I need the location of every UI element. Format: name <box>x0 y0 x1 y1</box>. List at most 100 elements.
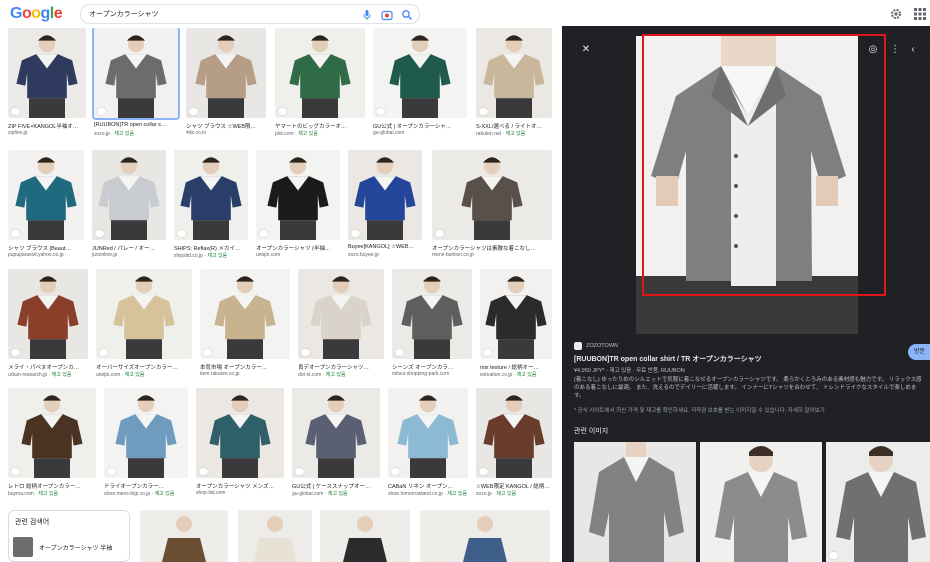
image-result-tile[interactable]: SHIPS: Reflax(R) メカイ… shipsltd.co.jp · 재고… <box>174 150 248 268</box>
result-thumbnail[interactable] <box>200 269 290 359</box>
result-thumbnail[interactable] <box>275 28 365 118</box>
search-icon[interactable] <box>401 9 413 21</box>
image-result-tile[interactable]: GU公式 | オープンカラーシャ… gu-global.com <box>373 28 467 146</box>
related-search-chip[interactable]: オープンカラーシャツ 半袖 <box>13 537 127 557</box>
result-thumbnail[interactable] <box>348 150 422 240</box>
result-thumbnail[interactable] <box>96 269 192 359</box>
image-result-tile[interactable]: JUNRed / パレー / オー… junonline.jp <box>92 150 166 268</box>
camera-lens-icon[interactable] <box>381 9 393 21</box>
result-thumbnail[interactable] <box>392 269 472 359</box>
image-result-tile[interactable] <box>238 510 312 562</box>
image-result-tile[interactable] <box>320 510 410 562</box>
image-result-tile[interactable]: Buyee[KANGOL] ☆WEB… zozo.buyee.jp <box>348 150 422 268</box>
result-thumbnail[interactable] <box>388 388 468 478</box>
result-thumbnail[interactable] <box>8 269 88 359</box>
result-caption[interactable]: GU公式 | ケーススナップオー… <box>292 482 380 490</box>
result-caption[interactable]: オープンカラーシャツ メンズ… <box>196 482 284 490</box>
image-result-tile[interactable]: 本気市場 オープンカラー… item.rakuten.co.jp <box>200 269 290 387</box>
image-result-tile[interactable]: メライ・パペヌオープンカ… urban-research.jp · 재고 있음 <box>8 269 88 387</box>
image-result-tile[interactable]: ドライオープンカラー… store.mens-bigi.co.jp · 재고 있음 <box>104 388 188 506</box>
close-icon[interactable]: ✕ <box>578 42 594 58</box>
image-result-tile[interactable] <box>140 510 228 562</box>
result-thumbnail[interactable] <box>292 388 380 478</box>
result-thumbnail[interactable] <box>320 510 410 562</box>
result-caption[interactable]: ドライオープンカラー… <box>104 482 188 490</box>
result-caption[interactable]: メライ・パペヌオープンカ… <box>8 363 88 371</box>
result-caption[interactable]: シャツ ブラウス [Beaut… <box>8 244 84 252</box>
result-thumbnail[interactable] <box>373 28 467 118</box>
result-caption[interactable]: 本気市場 オープンカラー… <box>200 363 290 371</box>
image-result-tile[interactable]: ヤマートのビッグカラーオ… plst.com · 재고 있음 <box>275 28 365 146</box>
image-result-tile[interactable]: CABaN リネン オープン… store.tomorrowland.co.jp … <box>388 388 468 506</box>
site-name[interactable]: ZOZOTOWN <box>586 343 618 349</box>
result-caption[interactable]: レトロ 総柄オープンカラー… <box>8 482 96 490</box>
image-result-tile[interactable]: ZIP FIVE×KANGOL半袖オ… zipfive.jp <box>8 28 86 146</box>
result-thumbnail[interactable] <box>104 388 188 478</box>
image-result-tile[interactable]: オープンカラーシャツ (半袖… uniqlo.com <box>256 150 340 268</box>
result-thumbnail[interactable] <box>476 388 552 478</box>
result-thumbnail[interactable] <box>8 150 84 240</box>
image-result-tile[interactable]: オーバーサイズオープンカラー… uniqlo.com · 재고 있음 <box>96 269 192 387</box>
result-caption[interactable]: mix texture / 総柄オー… <box>480 363 552 371</box>
result-caption[interactable]: オーバーサイズオープンカラー… <box>96 363 192 371</box>
result-caption[interactable]: CABaN リネン オープン… <box>388 482 468 490</box>
lens-search-icon[interactable]: ◎ <box>865 42 881 58</box>
result-caption[interactable]: 良デオープンカラーシャツ… <box>298 363 384 371</box>
result-thumbnail[interactable] <box>140 510 228 562</box>
result-title[interactable]: [RUUBON]TR open collar shirt / TR オープンカラ… <box>574 354 914 364</box>
result-thumbnail[interactable] <box>174 150 248 240</box>
image-result-tile[interactable]: シャツ ブラウス ☆WEB限… 4dx.co.kr <box>186 28 266 146</box>
result-caption[interactable]: Buyee[KANGOL] ☆WEB… <box>348 244 422 250</box>
result-caption[interactable]: シャツ ブラウス ☆WEB限… <box>186 122 266 130</box>
result-thumbnail[interactable] <box>196 388 284 478</box>
result-caption[interactable]: SHIPS: Reflax(R) メカイ… <box>174 244 248 252</box>
result-thumbnail[interactable] <box>8 28 86 118</box>
result-caption[interactable]: GU公式 | オープンカラーシャ… <box>373 122 467 130</box>
image-result-tile[interactable]: ☆WEB限定 KANGOL / 総柄… zozo.jp · 재고 있음 <box>476 388 552 506</box>
mic-icon[interactable] <box>361 9 373 21</box>
result-thumbnail[interactable] <box>8 388 96 478</box>
result-caption[interactable]: オープンカラーシャツは素敵な着こなし… <box>432 244 552 252</box>
result-thumbnail[interactable] <box>92 150 166 240</box>
result-caption[interactable]: S-XXL/選べる / ライトオ… <box>476 122 552 130</box>
result-thumbnail[interactable] <box>298 269 384 359</box>
image-result-tile[interactable]: [RUUBON]TR open collar s… zozo.jp · 재고 있음 <box>92 28 180 146</box>
result-thumbnail[interactable] <box>476 28 552 118</box>
result-caption[interactable]: シーンズ オープンカラ… <box>392 363 472 371</box>
result-thumbnail[interactable] <box>92 28 180 120</box>
result-caption[interactable]: ZIP FIVE×KANGOL半袖オ… <box>8 122 86 130</box>
image-result-tile[interactable] <box>420 510 550 562</box>
google-logo[interactable]: Google <box>10 5 63 23</box>
related-image[interactable] <box>826 442 930 562</box>
visit-button[interactable]: 방문 <box>908 344 930 360</box>
result-thumbnail[interactable] <box>256 150 340 240</box>
image-result-tile[interactable]: オープンカラーシャツは素敵な着こなし… mens-fashion.co.jp <box>432 150 552 268</box>
result-caption[interactable]: [RUUBON]TR open collar s… <box>94 122 178 128</box>
image-result-tile[interactable]: 良デオープンカラーシャツ… dot-st.com · 재고 있음 <box>298 269 384 387</box>
image-result-tile[interactable]: GU公式 | ケーススナップオー… gu-global.com · 재고 있음 <box>292 388 380 506</box>
result-thumbnail[interactable] <box>186 28 266 118</box>
image-result-tile[interactable]: オープンカラーシャツ メンズ… shop-list.com <box>196 388 284 506</box>
image-result-tile[interactable]: S-XXL/選べる / ライトオ… rakuten.net · 재고 있음 <box>476 28 552 146</box>
apps-icon[interactable] <box>913 7 927 21</box>
result-caption[interactable]: オープンカラーシャツ (半袖… <box>256 244 340 252</box>
more-options-icon[interactable]: ⋮ <box>887 42 903 58</box>
related-image[interactable] <box>700 442 822 562</box>
result-thumbnail[interactable] <box>432 150 552 240</box>
image-result-tile[interactable]: レトロ 総柄オープンカラー… buyma.com · 재고 있음 <box>8 388 96 506</box>
result-caption[interactable]: ヤマートのビッグカラーオ… <box>275 122 365 130</box>
chevron-right-icon[interactable]: › <box>924 42 930 58</box>
image-result-tile[interactable]: mix texture / 総柄オー… estnation.co.jp · 재고 … <box>480 269 552 387</box>
search-box[interactable]: オープンカラーシャツ <box>80 4 420 24</box>
chevron-left-icon[interactable]: ‹ <box>905 42 921 58</box>
result-thumbnail[interactable] <box>480 269 552 359</box>
result-caption[interactable]: JUNRed / パレー / オー… <box>92 244 166 252</box>
related-image[interactable] <box>574 442 696 562</box>
image-result-tile[interactable]: シーンズ オープンカラ… mitsui-shopping-park.com <box>392 269 472 387</box>
image-result-tile[interactable]: シャツ ブラウス [Beaut… pupuparasoil.yahoo.co.jp… <box>8 150 84 268</box>
result-caption[interactable]: ☆WEB限定 KANGOL / 総柄… <box>476 482 552 490</box>
settings-icon[interactable] <box>889 7 903 21</box>
search-input[interactable]: オープンカラーシャツ <box>89 9 158 19</box>
result-thumbnail[interactable] <box>238 510 312 562</box>
result-thumbnail[interactable] <box>420 510 550 562</box>
